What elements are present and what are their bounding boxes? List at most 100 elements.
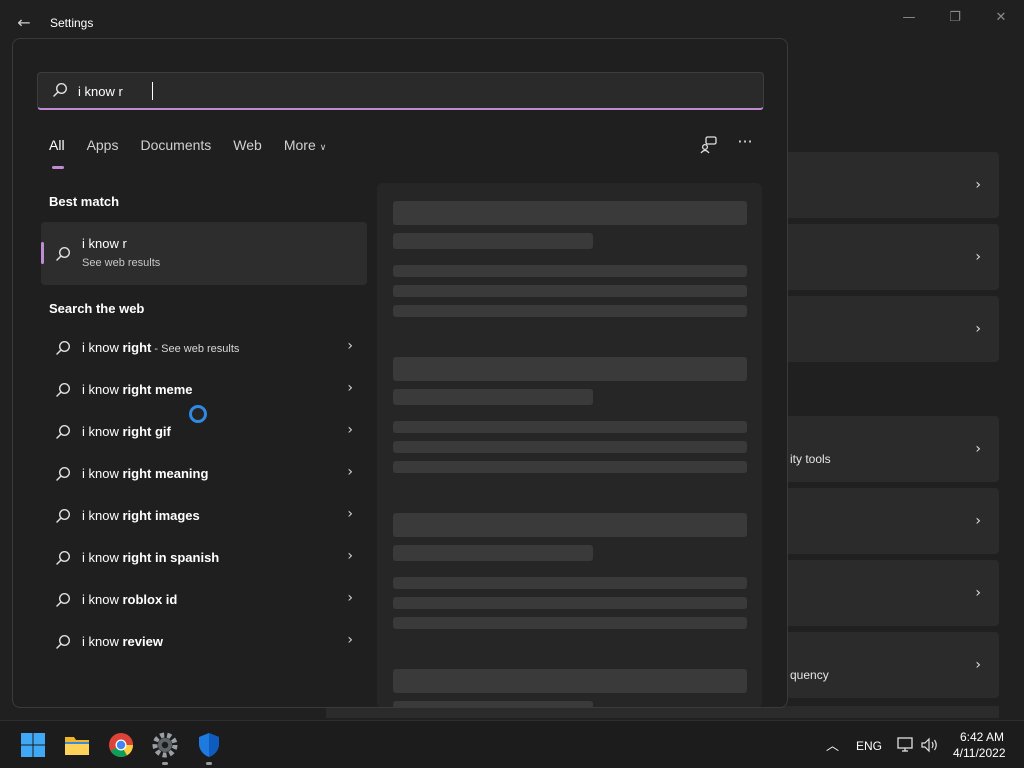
chevron-right-icon: ›	[347, 590, 353, 606]
skeleton-bar	[393, 305, 747, 317]
skeleton-bar	[393, 265, 747, 277]
skeleton-bar	[393, 421, 747, 433]
settings-titlebar: ← Settings — ❐ ✕	[0, 0, 1024, 40]
best-match-title: i know r	[82, 236, 127, 251]
suggestion-label: i know roblox id	[82, 592, 178, 607]
running-indicator	[206, 762, 212, 765]
web-suggestion-item[interactable]: i know right meaning ›	[41, 453, 367, 495]
chevron-right-icon: ›	[347, 464, 353, 480]
window-title: Settings	[50, 16, 94, 30]
settings-card[interactable]: ›	[788, 560, 999, 626]
best-match-subtitle: See web results	[82, 257, 161, 269]
chevron-right-icon: ›	[975, 321, 981, 337]
chevron-right-icon: ›	[347, 422, 353, 438]
web-suggestion-item[interactable]: i know right images ›	[41, 495, 367, 537]
suggestion-label: i know right in spanish	[82, 550, 220, 565]
search-icon	[56, 340, 71, 355]
search-icon	[56, 508, 71, 523]
search-icon	[56, 466, 71, 481]
taskbar: ︿ ENG 6:42 AM 4/11/2022	[0, 720, 1024, 768]
web-suggestion-item[interactable]: i know right meme ›	[41, 369, 367, 411]
skeleton-bar	[393, 233, 593, 249]
language-indicator[interactable]: ENG	[856, 739, 882, 753]
skeleton-bar	[393, 701, 593, 707]
skeleton-bar	[393, 597, 747, 609]
settings-card[interactable]: ›	[788, 224, 999, 290]
settings-card-text: quency	[790, 668, 829, 682]
windows-start-icon[interactable]	[19, 731, 47, 759]
search-web-heading: Search the web	[49, 301, 145, 316]
web-suggestion-item[interactable]: i know review ›	[41, 621, 367, 663]
back-arrow-icon[interactable]: ←	[12, 10, 36, 34]
settings-gear-icon[interactable]	[151, 731, 179, 759]
chevron-right-icon: ›	[347, 548, 353, 564]
network-icon[interactable]	[897, 737, 915, 753]
suggestion-label: i know right images	[82, 508, 200, 523]
suggestion-label: i know right meme	[82, 382, 193, 397]
windows-security-shield-icon[interactable]	[195, 731, 223, 759]
skeleton-bar	[393, 513, 747, 537]
filter-tabs: All Apps Documents Web More ∨	[49, 137, 348, 169]
chevron-right-icon: ›	[975, 513, 981, 529]
search-box[interactable]	[37, 72, 764, 110]
clock-date[interactable]: 4/11/2022	[953, 746, 1006, 760]
tab-web[interactable]: Web	[233, 137, 262, 159]
search-icon	[56, 246, 71, 261]
chevron-right-icon: ›	[975, 177, 981, 193]
chevron-right-icon: ›	[347, 380, 353, 396]
close-button[interactable]: ✕	[987, 6, 1015, 28]
skeleton-bar	[393, 357, 747, 381]
clock-time[interactable]: 6:42 AM	[960, 730, 1004, 744]
running-indicator	[162, 762, 168, 765]
tab-more[interactable]: More ∨	[284, 137, 327, 159]
selection-indicator	[41, 242, 44, 264]
web-suggestion-item[interactable]: i know roblox id ›	[41, 579, 367, 621]
chevron-right-icon: ›	[347, 632, 353, 648]
show-hidden-icons-chevron-icon[interactable]: ︿	[826, 735, 839, 754]
file-explorer-icon[interactable]	[63, 731, 91, 759]
chrome-icon[interactable]	[107, 731, 135, 759]
minimize-button[interactable]: —	[895, 6, 923, 28]
web-suggestion-item[interactable]: i know right - See web results ›	[41, 327, 367, 369]
tab-apps[interactable]: Apps	[87, 137, 119, 159]
chevron-right-icon: ›	[347, 506, 353, 522]
text-caret	[152, 82, 153, 100]
settings-card[interactable]: ›	[788, 488, 999, 554]
chevron-right-icon: ›	[975, 657, 981, 673]
chevron-right-icon: ›	[347, 338, 353, 354]
feedback-icon[interactable]	[699, 135, 719, 155]
skeleton-bar	[393, 201, 747, 225]
skeleton-bar	[393, 461, 747, 473]
search-input[interactable]	[78, 79, 738, 103]
search-icon	[56, 634, 71, 649]
search-icon	[56, 382, 71, 397]
chevron-down-icon: ∨	[319, 142, 327, 152]
suggestion-label: i know right gif	[82, 424, 171, 439]
suggestion-label: i know right - See web results	[82, 340, 240, 355]
chevron-right-icon: ›	[975, 441, 981, 457]
search-flyout: All Apps Documents Web More∨ ··· Best ma…	[12, 38, 788, 708]
settings-card-text: ity tools	[790, 452, 831, 466]
settings-card[interactable]: ›	[788, 296, 999, 362]
maximize-button[interactable]: ❐	[941, 6, 969, 28]
preview-pane-loading	[377, 183, 762, 707]
skeleton-bar	[393, 669, 747, 693]
web-suggestion-item[interactable]: i know right in spanish ›	[41, 537, 367, 579]
skeleton-bar	[393, 389, 593, 405]
web-suggestions-list: i know right - See web results › i know …	[41, 327, 367, 663]
volume-icon[interactable]	[920, 737, 940, 753]
best-match-result[interactable]: i know r See web results	[41, 222, 367, 285]
busy-cursor-icon	[189, 405, 207, 423]
settings-card[interactable]: ›	[788, 152, 999, 218]
settings-card[interactable]: quency ›	[788, 632, 999, 698]
search-icon	[56, 592, 71, 607]
tab-more-label: More	[283, 137, 316, 153]
skeleton-bar	[393, 441, 747, 453]
settings-card[interactable]: ity tools ›	[788, 416, 999, 482]
chevron-right-icon: ›	[975, 585, 981, 601]
more-options-icon[interactable]: ···	[735, 134, 755, 155]
tab-all[interactable]: All	[49, 137, 65, 169]
tab-documents[interactable]: Documents	[140, 137, 211, 159]
skeleton-bar	[393, 617, 747, 629]
chevron-right-icon: ›	[975, 249, 981, 265]
